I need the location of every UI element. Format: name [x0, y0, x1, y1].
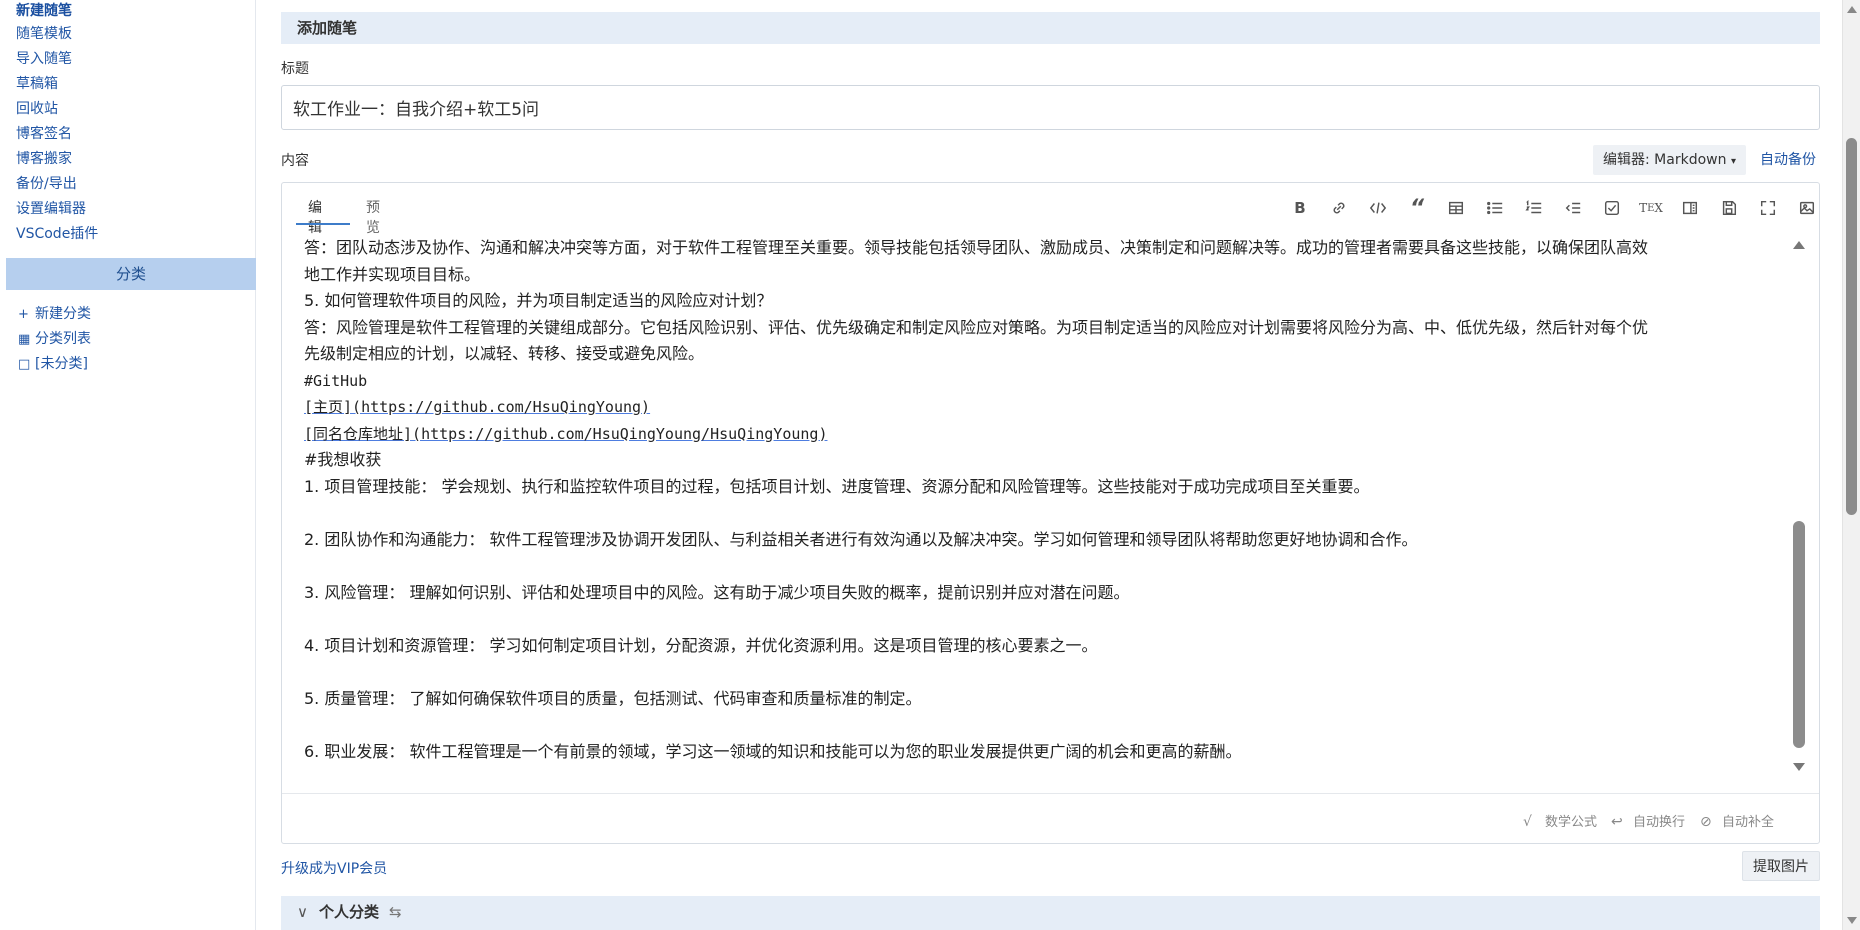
page-scroll-up-arrow[interactable]: [1847, 6, 1857, 13]
scroll-up-arrow[interactable]: [1793, 241, 1805, 249]
tex-icon[interactable]: TEX: [1639, 197, 1663, 219]
auto-backup-link[interactable]: 自动备份: [1760, 145, 1816, 175]
plus-icon: +: [18, 307, 29, 322]
sidebar-item-recycle-bin[interactable]: 回收站: [16, 97, 255, 122]
category-uncategorized-label: [未分类]: [35, 356, 88, 372]
link-icon[interactable]: [1328, 197, 1350, 219]
content-line: 5. 如何管理软件项目的风险，并为项目制定适当的风险应对计划？: [304, 291, 773, 310]
image-icon[interactable]: [1796, 197, 1818, 219]
checkbox-icon[interactable]: [1601, 197, 1623, 219]
editor-scrollbar[interactable]: [1792, 241, 1806, 771]
content-line: #GitHub: [304, 371, 368, 390]
ordered-list-icon[interactable]: [1523, 197, 1545, 219]
vip-upgrade-link[interactable]: 升级成为VIP会员: [281, 858, 387, 878]
content-line: [同名仓库地址](https://github.com/HsuQingYoung…: [304, 424, 828, 443]
sidebar-item-templates[interactable]: 随笔模板: [16, 22, 255, 47]
title-label: 标题: [281, 61, 309, 77]
content-line: 先级制定相应的计划，以减轻、转移、接受或避免风险。: [304, 344, 705, 363]
sidebar-item-signature[interactable]: 博客签名: [16, 122, 255, 147]
fullscreen-icon[interactable]: [1757, 197, 1779, 219]
page-scrollbar[interactable]: [1842, 0, 1860, 930]
editor-footer: √ 数学公式 ↩ 自动换行 ⊘ 自动补全: [282, 793, 1819, 843]
list-icon: ▦: [18, 332, 31, 347]
content-label: 内容: [281, 153, 309, 169]
auto-complete-label: 自动补全: [1722, 815, 1775, 830]
autocomplete-icon: ⊘: [1700, 814, 1712, 830]
caret-down-icon: ▾: [1730, 156, 1736, 167]
code-icon[interactable]: [1367, 197, 1389, 219]
quote-icon[interactable]: “: [1406, 196, 1428, 221]
content-line: [304, 659, 1819, 686]
wrap-icon: ↩: [1611, 814, 1623, 830]
sidebar-item-new-post[interactable]: 新建随笔: [16, 0, 255, 22]
markdown-editor: 编辑 预览 B “ TEX 答：团队动态涉及协作、沟通和解决冲突等方面，对于软件…: [281, 182, 1820, 844]
chevron-double-down-icon: ∨: [297, 903, 308, 921]
title-input[interactable]: [281, 85, 1820, 130]
content-line: 2. 团队协作和沟通能力： 软件工程管理涉及协调开发团队、与利益相关者进行有效沟…: [304, 529, 1418, 549]
main-content: 添加随笔 标题 内容 编辑器: Markdown ▾ 自动备份 编辑 预览 B …: [256, 0, 1842, 930]
editor-type-label: 编辑器: Markdown: [1603, 152, 1727, 168]
content-line: 1. 项目管理技能： 学会规划、执行和监控软件项目的过程，包括项目计划、进度管理…: [304, 476, 1370, 496]
sidebar-item-vscode-plugin[interactable]: VSCode插件: [16, 222, 255, 247]
sidebar-item-drafts[interactable]: 草稿箱: [16, 72, 255, 97]
content-line: 地工作并实现项目目标。: [304, 264, 481, 284]
content-line: 3. 风险管理： 理解如何识别、评估和处理项目中的风险。这有助于减少项目失败的概…: [304, 582, 1130, 602]
page-scroll-thumb[interactable]: [1846, 138, 1857, 515]
bold-icon[interactable]: B: [1289, 197, 1311, 219]
scroll-down-arrow[interactable]: [1793, 763, 1805, 771]
editor-toolbar: B “ TEX: [1289, 196, 1815, 221]
auto-wrap-label: 自动换行: [1633, 815, 1686, 830]
editor-content[interactable]: 答：团队动态涉及协作、沟通和解决冲突等方面，对于软件工程管理至关重要。领导技能包…: [282, 227, 1819, 780]
scroll-thumb[interactable]: [1793, 521, 1805, 748]
personal-category-label: 个人分类: [319, 903, 380, 921]
auto-wrap-toggle[interactable]: ↩ 自动换行: [1611, 811, 1685, 830]
page-scroll-down-arrow[interactable]: [1847, 917, 1857, 924]
category-new-label: 新建分类: [35, 306, 91, 322]
sidebar: 新建随笔 随笔模板 导入随笔 草稿箱 回收站 博客签名 博客搬家 备份/导出 设…: [0, 0, 256, 930]
content-line: 4. 项目计划和资源管理： 学习如何制定项目计划，分配资源，并优化资源利用。这是…: [304, 635, 1098, 655]
sidebar-item-migrate[interactable]: 博客搬家: [16, 147, 255, 172]
section-title: 添加随笔: [281, 12, 1820, 44]
auto-complete-toggle[interactable]: ⊘ 自动补全: [1700, 811, 1774, 830]
content-line: 5. 质量管理： 了解如何确保软件项目的质量，包括测试、代码审查和质量标准的制定…: [304, 688, 922, 708]
personal-category-bar[interactable]: ∨ 个人分类 ⇆: [281, 896, 1820, 930]
math-formula-label: 数学公式: [1545, 815, 1598, 830]
sidebar-item-import[interactable]: 导入随笔: [16, 47, 255, 72]
folder-icon: □: [18, 357, 31, 372]
category-header: 分类: [6, 258, 256, 290]
content-line: [304, 553, 1819, 580]
outdent-icon[interactable]: [1562, 197, 1584, 219]
bullet-list-icon[interactable]: [1484, 197, 1506, 219]
content-line: [304, 500, 1819, 527]
split-view-icon[interactable]: [1679, 197, 1701, 219]
sqrt-icon: √: [1523, 814, 1532, 830]
active-tab-indicator: [296, 223, 350, 225]
content-line: [304, 712, 1819, 739]
sidebar-item-backup-export[interactable]: 备份/导出: [16, 172, 255, 197]
content-line: 答：团队动态涉及协作、沟通和解决冲突等方面，对于软件工程管理至关重要。领导技能包…: [304, 238, 1649, 257]
extract-images-button[interactable]: 提取图片: [1742, 851, 1820, 881]
category-list: + 新建分类 ▦ 分类列表 □ [未分类]: [0, 290, 255, 377]
sidebar-nav: 新建随笔 随笔模板 导入随笔 草稿箱 回收站 博客签名 博客搬家 备份/导出 设…: [0, 0, 255, 247]
editor-type-select[interactable]: 编辑器: Markdown ▾: [1593, 145, 1746, 175]
category-list-label: 分类列表: [35, 331, 91, 347]
category-list-link[interactable]: ▦ 分类列表: [18, 327, 255, 352]
content-line: [主页](https://github.com/HsuQingYoung): [304, 398, 651, 416]
content-line: 答：风险管理是软件工程管理的关键组成部分。它包括风险识别、评估、优先级确定和制定…: [304, 317, 1649, 337]
math-formula-toggle[interactable]: √ 数学公式: [1523, 811, 1597, 830]
swap-icon[interactable]: ⇆: [389, 896, 402, 928]
save-icon[interactable]: [1718, 197, 1740, 219]
content-line: [304, 606, 1819, 633]
content-line: 6. 职业发展： 软件工程管理是一个有前景的领域，学习这一领域的知识和技能可以为…: [304, 741, 1242, 761]
table-icon[interactable]: [1445, 197, 1467, 219]
sidebar-item-editor-settings[interactable]: 设置编辑器: [16, 197, 255, 222]
category-uncategorized[interactable]: □ [未分类]: [18, 352, 255, 377]
category-new[interactable]: + 新建分类: [18, 302, 255, 327]
content-line: #我想收获: [304, 450, 382, 469]
